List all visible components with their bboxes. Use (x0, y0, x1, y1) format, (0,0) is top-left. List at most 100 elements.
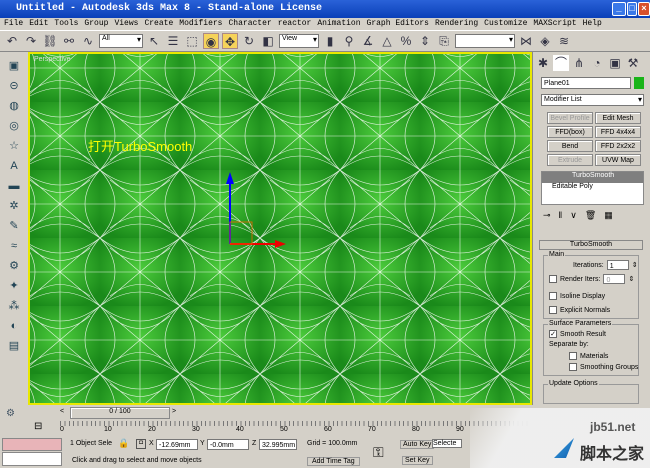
utilities-tab-icon[interactable]: ⚒ (625, 55, 641, 71)
object-name-input[interactable]: Plane01 (541, 77, 631, 89)
smooth-result-checkbox[interactable]: ✓ (549, 330, 557, 338)
auto-key-button[interactable]: Auto Key (400, 440, 435, 449)
undo-icon[interactable]: ↶ (4, 33, 20, 49)
menu-maxscript[interactable]: MAXScript (533, 18, 576, 30)
show-end-result-icon[interactable]: ‖ (559, 210, 563, 221)
menu-graph-editors[interactable]: Graph Editors (367, 18, 429, 30)
ffd-box-button[interactable]: FFD(box) (547, 126, 593, 138)
redo-icon[interactable]: ↷ (23, 33, 39, 49)
render-iters-spinner[interactable]: ⇕ (628, 275, 634, 283)
add-time-tag-button[interactable]: Add Time Tag (307, 457, 360, 466)
move-icon[interactable]: ✥ (222, 33, 238, 49)
iterations-input[interactable]: 1 (606, 260, 629, 270)
render-iters-input[interactable]: 0 (603, 274, 626, 284)
modifier-list-dropdown[interactable]: Modifier List (541, 94, 644, 106)
link-icon[interactable]: ⛓ (42, 33, 58, 49)
display-tab-icon[interactable]: ▣ (607, 55, 623, 71)
time-slider[interactable]: < 0 / 100 > (60, 407, 530, 420)
reference-coord-dropdown[interactable]: View (279, 34, 319, 48)
select-icon[interactable]: ↖ (146, 33, 162, 49)
viewport-label[interactable]: Perspective (34, 56, 71, 63)
edit-named-selection-icon[interactable]: ⎘ (436, 33, 452, 49)
pivot-icon[interactable]: ▮ (322, 33, 338, 49)
menu-modifiers[interactable]: Modifiers (179, 18, 222, 30)
make-unique-icon[interactable]: ∨ (570, 210, 577, 221)
prev-frame-icon[interactable]: < (60, 408, 68, 418)
set-key-icon[interactable]: ⚿ (373, 444, 384, 461)
stack-item-turbosmooth[interactable]: TurboSmooth (542, 172, 643, 183)
absolute-mode-icon[interactable]: ◘ (136, 439, 146, 449)
mini-listener-icon[interactable]: ⚙ (6, 408, 15, 419)
menu-tools[interactable]: Tools (54, 18, 78, 30)
menu-rendering[interactable]: Rendering (435, 18, 478, 30)
next-frame-icon[interactable]: > (172, 408, 180, 418)
object-color-swatch[interactable] (634, 77, 644, 89)
create-tab-icon[interactable]: ✱ (535, 55, 551, 71)
mirror-icon[interactable]: ⋈ (518, 33, 534, 49)
star-icon[interactable]: ☆ (6, 138, 22, 154)
stack-item-editable-poly[interactable]: Editable Poly (542, 183, 643, 194)
isoline-checkbox[interactable] (549, 292, 557, 300)
rotate-icon[interactable]: ↻ (241, 33, 257, 49)
spinner-snap-icon[interactable]: ⇕ (417, 33, 433, 49)
percent-snap-icon[interactable]: % (398, 33, 414, 49)
set-key-button[interactable]: Set Key (402, 456, 433, 465)
extrude-button[interactable]: Extrude (547, 154, 593, 166)
sphere-icon[interactable]: ◍ (6, 98, 22, 114)
select-by-name-icon[interactable]: ☰ (165, 33, 181, 49)
maxscript-output[interactable] (2, 452, 62, 466)
menu-help[interactable]: Help (583, 18, 602, 30)
curve-editor-icon[interactable]: ⊟ (34, 421, 42, 432)
rollout-header[interactable]: TurboSmooth (539, 240, 643, 250)
systems-icon[interactable]: ⚙ (6, 258, 22, 274)
spacewarp-icon[interactable]: ≈ (6, 238, 22, 254)
menu-views[interactable]: Views (114, 18, 138, 30)
ffd-4x4x4-button[interactable]: FFD 4x4x4 (595, 126, 641, 138)
window-crossing-icon[interactable]: ◉ (203, 33, 219, 49)
bone-icon[interactable]: ✦ (6, 278, 22, 294)
material-icon[interactable]: ◐ (6, 318, 22, 334)
menu-reactor[interactable]: reactor (278, 18, 312, 30)
helper-icon[interactable]: ✎ (6, 218, 22, 234)
key-filter-dropdown[interactable]: Selecte (432, 439, 462, 448)
menu-customize[interactable]: Customize (484, 18, 527, 30)
maxscript-listener-input[interactable] (2, 438, 62, 451)
snap-icon[interactable]: ∡ (360, 33, 376, 49)
text-icon[interactable]: A (6, 158, 22, 174)
pin-stack-icon[interactable]: ⊸ (543, 210, 551, 221)
z-coordinate-input[interactable]: 32.995mm (259, 439, 297, 450)
cylinder-icon[interactable]: ⊝ (6, 78, 22, 94)
edit-mesh-button[interactable]: Edit Mesh (595, 112, 641, 124)
light-icon[interactable]: ✲ (6, 198, 22, 214)
lock-selection-icon[interactable]: 🔒 (118, 438, 129, 449)
x-coordinate-input[interactable]: -12.69mm (156, 439, 198, 450)
selection-filter-dropdown[interactable]: All (99, 34, 143, 48)
particle-icon[interactable]: ⁂ (6, 298, 22, 314)
render-iters-checkbox[interactable] (549, 275, 557, 283)
bevel-profile-button[interactable]: Bevel Profile (547, 112, 593, 124)
menu-file[interactable]: File (4, 18, 23, 30)
align-icon[interactable]: ◈ (537, 33, 553, 49)
hierarchy-tab-icon[interactable]: ⋔ (571, 55, 587, 71)
close-button[interactable]: × (638, 2, 650, 16)
iterations-spinner[interactable]: ⇕ (632, 261, 638, 269)
configure-sets-icon[interactable]: ▦ (604, 210, 613, 221)
bend-button[interactable]: Bend (547, 140, 593, 152)
menu-create[interactable]: Create (144, 18, 173, 30)
ffd-2x2x2-button[interactable]: FFD 2x2x2 (595, 140, 641, 152)
menu-character[interactable]: Character (228, 18, 271, 30)
smoothing-groups-checkbox[interactable] (569, 363, 577, 371)
layer-manager-icon[interactable]: ≋ (556, 33, 572, 49)
materials-checkbox[interactable] (569, 352, 577, 360)
torus-icon[interactable]: ◎ (6, 118, 22, 134)
time-slider-thumb[interactable]: 0 / 100 (70, 407, 170, 419)
bind-spacewarp-icon[interactable]: ∿ (80, 33, 96, 49)
scale-icon[interactable]: ◧ (260, 33, 276, 49)
motion-tab-icon[interactable]: ◔ (589, 55, 605, 71)
uvw-map-button[interactable]: UVW Map (595, 154, 641, 166)
perspective-viewport[interactable]: Perspective 打开TurboSmooth (28, 52, 532, 405)
explicit-normals-checkbox[interactable] (549, 306, 557, 314)
track-bar[interactable]: 0 10 20 30 40 50 60 70 80 90 (60, 421, 530, 435)
maximize-button[interactable]: □ (627, 2, 637, 16)
y-coordinate-input[interactable]: -0.0mm (207, 439, 249, 450)
